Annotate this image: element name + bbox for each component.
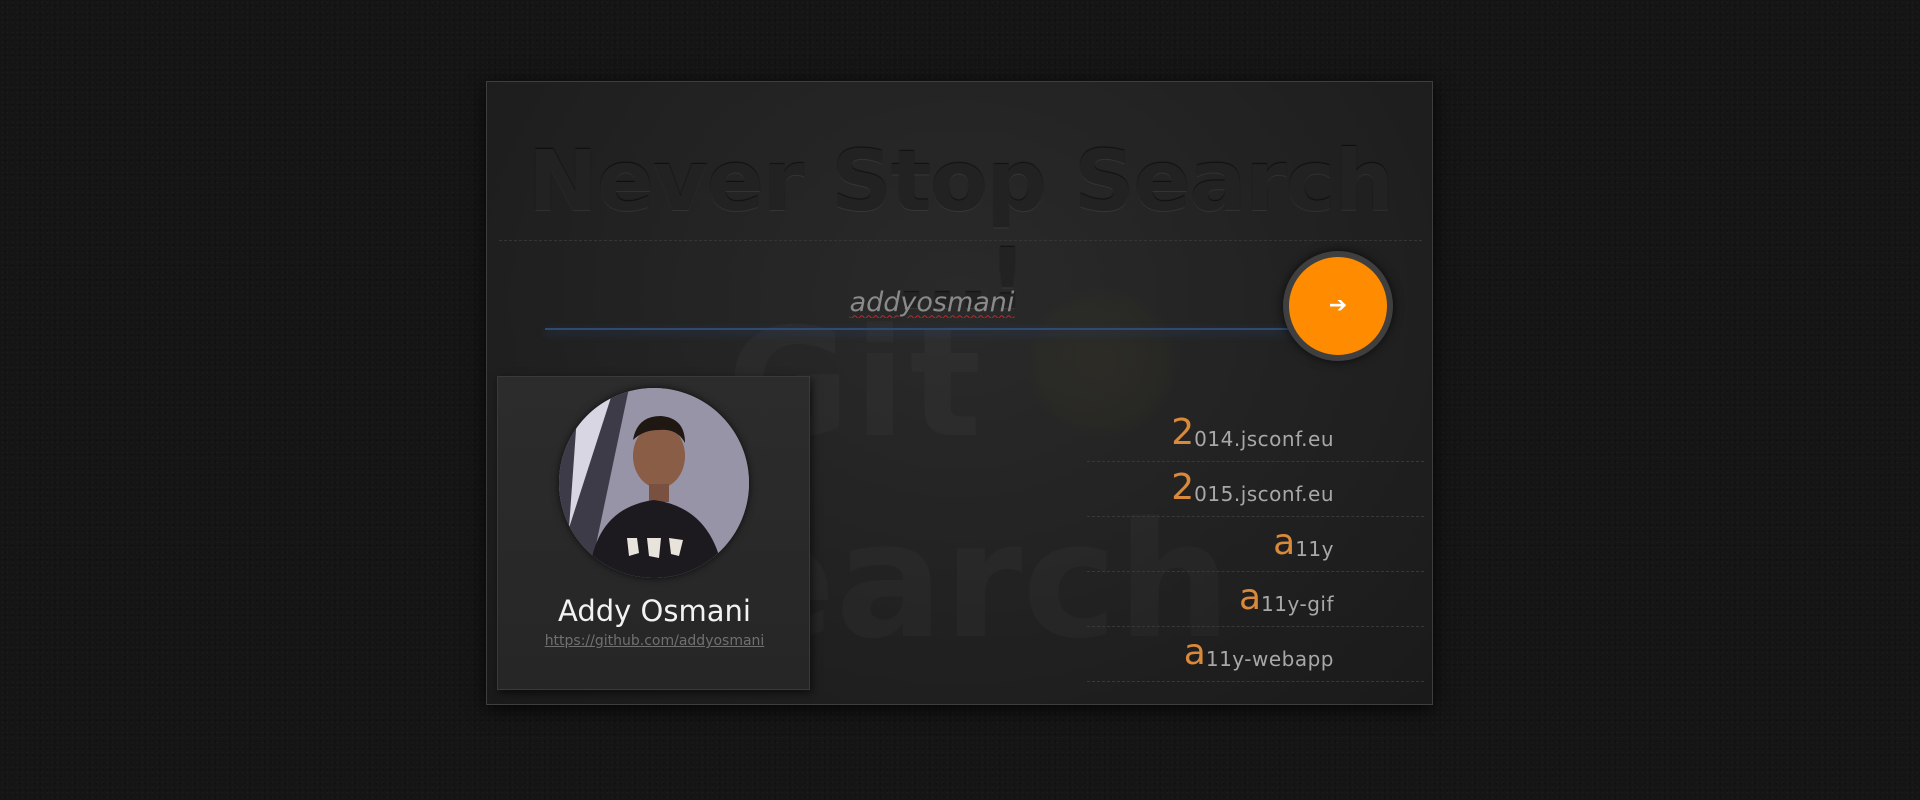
search-go-button[interactable]: ➔: [1283, 251, 1393, 361]
repo-initial: 2: [1171, 412, 1195, 453]
repo-list-item[interactable]: 2 015.jsconf.eu: [1087, 462, 1424, 517]
profile-github-link[interactable]: https://github.com/addyosmani: [498, 633, 811, 649]
avatar-photo: [559, 388, 749, 578]
repo-list-item[interactable]: a 11y-gif: [1087, 572, 1424, 627]
avatar[interactable]: [559, 388, 749, 578]
title-divider: [499, 240, 1422, 241]
repo-list-item[interactable]: a 11y-webapp: [1087, 627, 1424, 682]
repo-initial: a: [1238, 577, 1262, 618]
profile-name: Addy Osmani: [558, 594, 751, 628]
repo-initial: a: [1273, 522, 1296, 563]
arrow-right-icon: ➔: [1328, 293, 1348, 318]
search-input[interactable]: [545, 277, 1319, 327]
repo-name-rest: 015.jsconf.eu: [1194, 482, 1334, 506]
repo-list: 2 014.jsconf.eu 2 015.jsconf.eu a 11y a 11y-…: [1087, 407, 1424, 682]
repo-name-rest: 11y-webapp: [1205, 647, 1334, 671]
repo-name-rest: 11y: [1295, 537, 1334, 561]
profile-card: Addy Osmani https://github.com/addyosman…: [497, 376, 810, 690]
repo-list-item[interactable]: a 11y: [1087, 517, 1424, 572]
repo-list-item[interactable]: 2 014.jsconf.eu: [1087, 407, 1424, 462]
search-input-underline: [545, 328, 1347, 330]
repo-name-rest: 014.jsconf.eu: [1194, 427, 1334, 451]
repo-initial: 2: [1171, 467, 1195, 508]
repo-name-rest: 11y-gif: [1261, 592, 1334, 616]
repo-initial: a: [1183, 632, 1206, 673]
search-panel: Git earch Never Stop Search ...! ➔ Addy …: [486, 81, 1433, 705]
